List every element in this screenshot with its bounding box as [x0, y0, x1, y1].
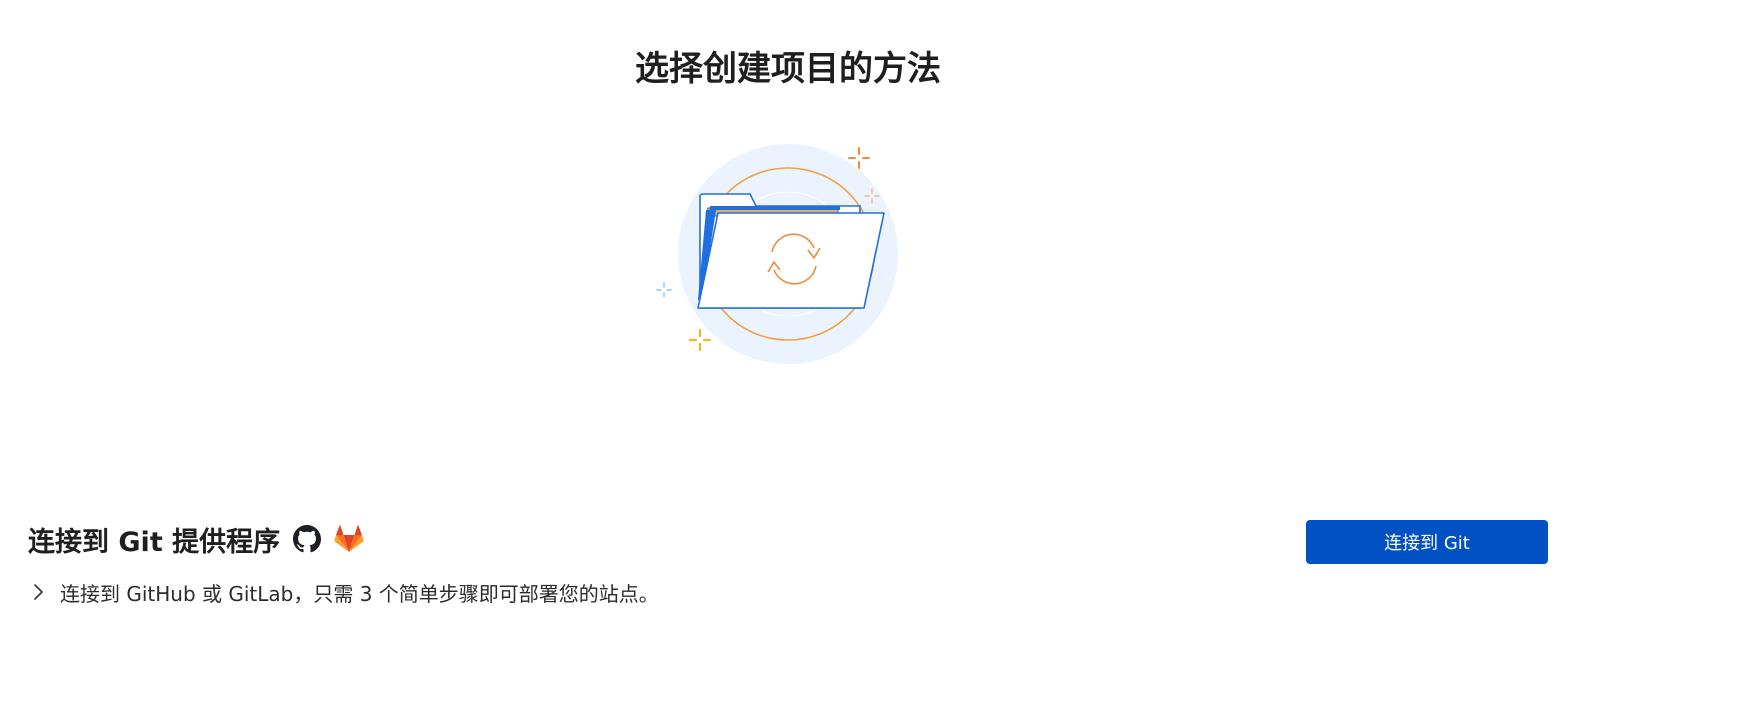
folder-sync-illustration — [640, 130, 940, 380]
git-description: 连接到 GitHub 或 GitLab，只需 3 个简单步骤即可部署您的站点。 — [60, 581, 659, 606]
git-heading: 连接到 Git 提供程序 — [28, 526, 281, 558]
github-icon — [292, 524, 322, 554]
git-heading-row: 连接到 Git 提供程序 — [28, 518, 364, 560]
connect-to-git-button[interactable]: 连接到 Git — [1306, 520, 1548, 564]
chevron-right-icon[interactable] — [28, 582, 48, 602]
page-title: 选择创建项目的方法 — [635, 49, 941, 89]
gitlab-icon — [334, 524, 364, 554]
git-description-row: 连接到 GitHub 或 GitLab，只需 3 个简单步骤即可部署您的站点。 — [28, 574, 659, 610]
